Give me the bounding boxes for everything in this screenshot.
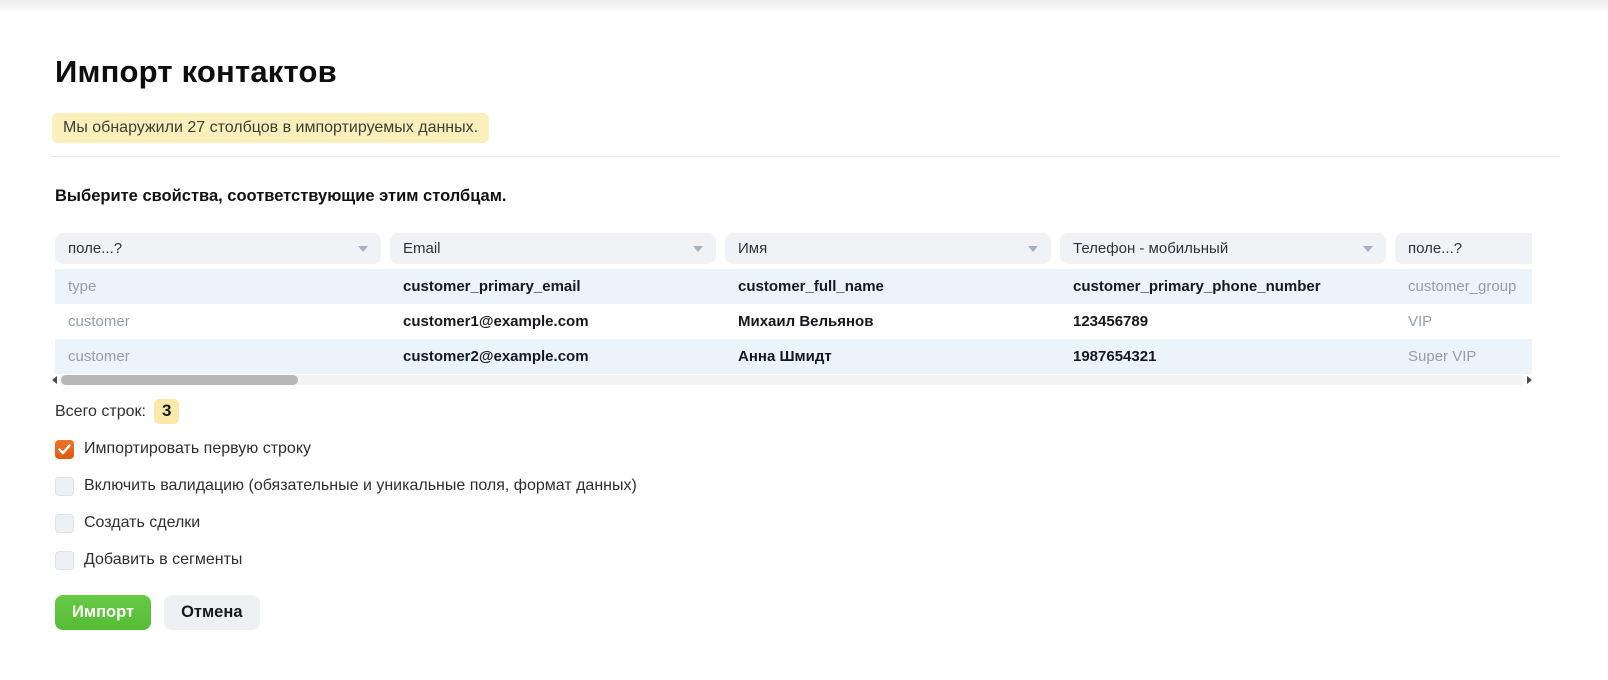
checkbox-label: Импортировать первую строку (84, 440, 312, 457)
chevron-down-icon (1028, 245, 1038, 252)
table-cell: VIP (1408, 313, 1433, 330)
table-cell: customer (68, 348, 130, 365)
import-options: Импортировать первую строку Включить вал… (55, 437, 1608, 572)
checkbox-import-first-row[interactable]: Импортировать первую строку (55, 437, 1608, 461)
scroll-right-arrow-icon[interactable] (1527, 376, 1532, 384)
chevron-down-icon (358, 245, 368, 252)
column-select-4[interactable]: Телефон - мобильный (1060, 233, 1386, 264)
table-cell: Super VIP (1408, 348, 1477, 365)
checkbox-icon[interactable] (55, 476, 74, 496)
column-select-3-value: Имя (738, 240, 768, 257)
checkbox-add-to-segments[interactable]: Добавить в сегменты (55, 548, 1608, 572)
total-rows: Всего строк: 3 (55, 399, 1608, 424)
table-cell: 123456789 (1073, 313, 1149, 330)
column-select-1-value: поле...? (68, 240, 123, 257)
section-title: Выберите свойства, соответствующие этим … (55, 187, 507, 205)
table-cell: customer2@example.com (403, 348, 589, 365)
scrollbar-thumb[interactable] (61, 375, 298, 385)
table-cell: Анна Шмидт (738, 348, 832, 365)
table-cell: customer_full_name (738, 278, 884, 295)
table-row: customer customer1@example.com Михаил Ве… (55, 304, 1532, 339)
divider (52, 156, 1560, 157)
column-select-4-value: Телефон - мобильный (1073, 240, 1229, 257)
checkbox-label: Создать сделки (84, 514, 201, 531)
column-select-5-value: поле...? (1408, 240, 1463, 257)
table-cell: customer (68, 313, 130, 330)
columns-detected-banner: Мы обнаружили 27 столбцов в импортируемы… (52, 113, 490, 143)
table-cell: Михаил Вельянов (738, 313, 874, 330)
column-mapping-row: поле...? Email Имя Телефон - мобильный п… (55, 233, 1532, 264)
column-select-3[interactable]: Имя (725, 233, 1051, 264)
chevron-down-icon (693, 245, 703, 252)
table-cell: customer_primary_phone_number (1073, 278, 1321, 295)
column-select-5[interactable]: поле...? (1395, 233, 1532, 264)
scrollbar-track[interactable] (59, 375, 1525, 385)
table-cell: customer_primary_email (403, 278, 581, 295)
preview-table: type customer_primary_email customer_ful… (55, 269, 1532, 374)
import-button[interactable]: Импорт (55, 595, 152, 630)
scroll-left-arrow-icon[interactable] (52, 376, 57, 384)
total-rows-label: Всего строк: (55, 402, 146, 420)
column-select-1[interactable]: поле...? (55, 233, 381, 264)
table-cell: type (68, 278, 97, 295)
page-title: Импорт контактов (55, 54, 337, 89)
cancel-button[interactable]: Отмена (164, 595, 260, 630)
table-row: customer customer2@example.com Анна Шмид… (55, 339, 1532, 374)
horizontal-scrollbar[interactable] (52, 374, 1532, 386)
checkbox-icon[interactable] (55, 550, 74, 570)
import-contacts-page: Импорт контактов Мы обнаружили 27 столбц… (0, 0, 1608, 630)
checkbox-create-deals[interactable]: Создать сделки (55, 511, 1608, 535)
column-select-2[interactable]: Email (390, 233, 716, 264)
checkbox-enable-validation[interactable]: Включить валидацию (обязательные и уника… (55, 474, 1608, 498)
checkbox-icon[interactable] (55, 513, 74, 533)
checkbox-label: Добавить в сегменты (84, 551, 243, 568)
total-rows-badge: 3 (153, 399, 180, 424)
checkbox-icon[interactable] (55, 439, 74, 459)
action-buttons: Импорт Отмена (55, 595, 1608, 630)
table-cell: 1987654321 (1073, 348, 1157, 365)
chevron-down-icon (1363, 245, 1373, 252)
column-select-2-value: Email (403, 240, 441, 257)
table-cell: customer_group (1408, 278, 1517, 295)
checkbox-label: Включить валидацию (обязательные и уника… (84, 477, 637, 494)
table-cell: customer1@example.com (403, 313, 589, 330)
table-row: type customer_primary_email customer_ful… (55, 269, 1532, 304)
